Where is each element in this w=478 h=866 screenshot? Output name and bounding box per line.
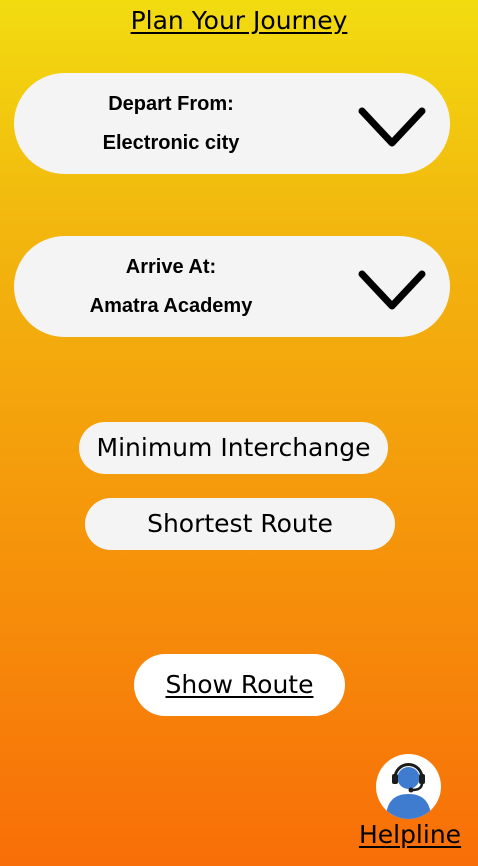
arrive-at-label: Arrive At:	[125, 256, 217, 278]
depart-from-label: Depart From:	[108, 93, 234, 115]
shortest-route-button[interactable]: Shortest Route	[85, 498, 395, 550]
arrive-at-dropdown[interactable]: Arrive At: Amatra Academy	[14, 236, 450, 337]
chevron-down-icon[interactable]	[356, 268, 428, 312]
arrive-at-value: Amatra Academy	[89, 295, 253, 317]
headset-support-agent-icon[interactable]	[376, 754, 441, 819]
depart-from-value: Electronic city	[102, 132, 240, 154]
minimum-interchange-button[interactable]: Minimum Interchange	[79, 422, 388, 474]
chevron-down-icon[interactable]	[356, 105, 428, 149]
page-title: Plan Your Journey	[130, 6, 348, 35]
helpline-link[interactable]: Helpline	[350, 820, 470, 849]
depart-from-dropdown[interactable]: Depart From: Electronic city	[14, 73, 450, 174]
show-route-button[interactable]: Show Route	[134, 654, 345, 716]
